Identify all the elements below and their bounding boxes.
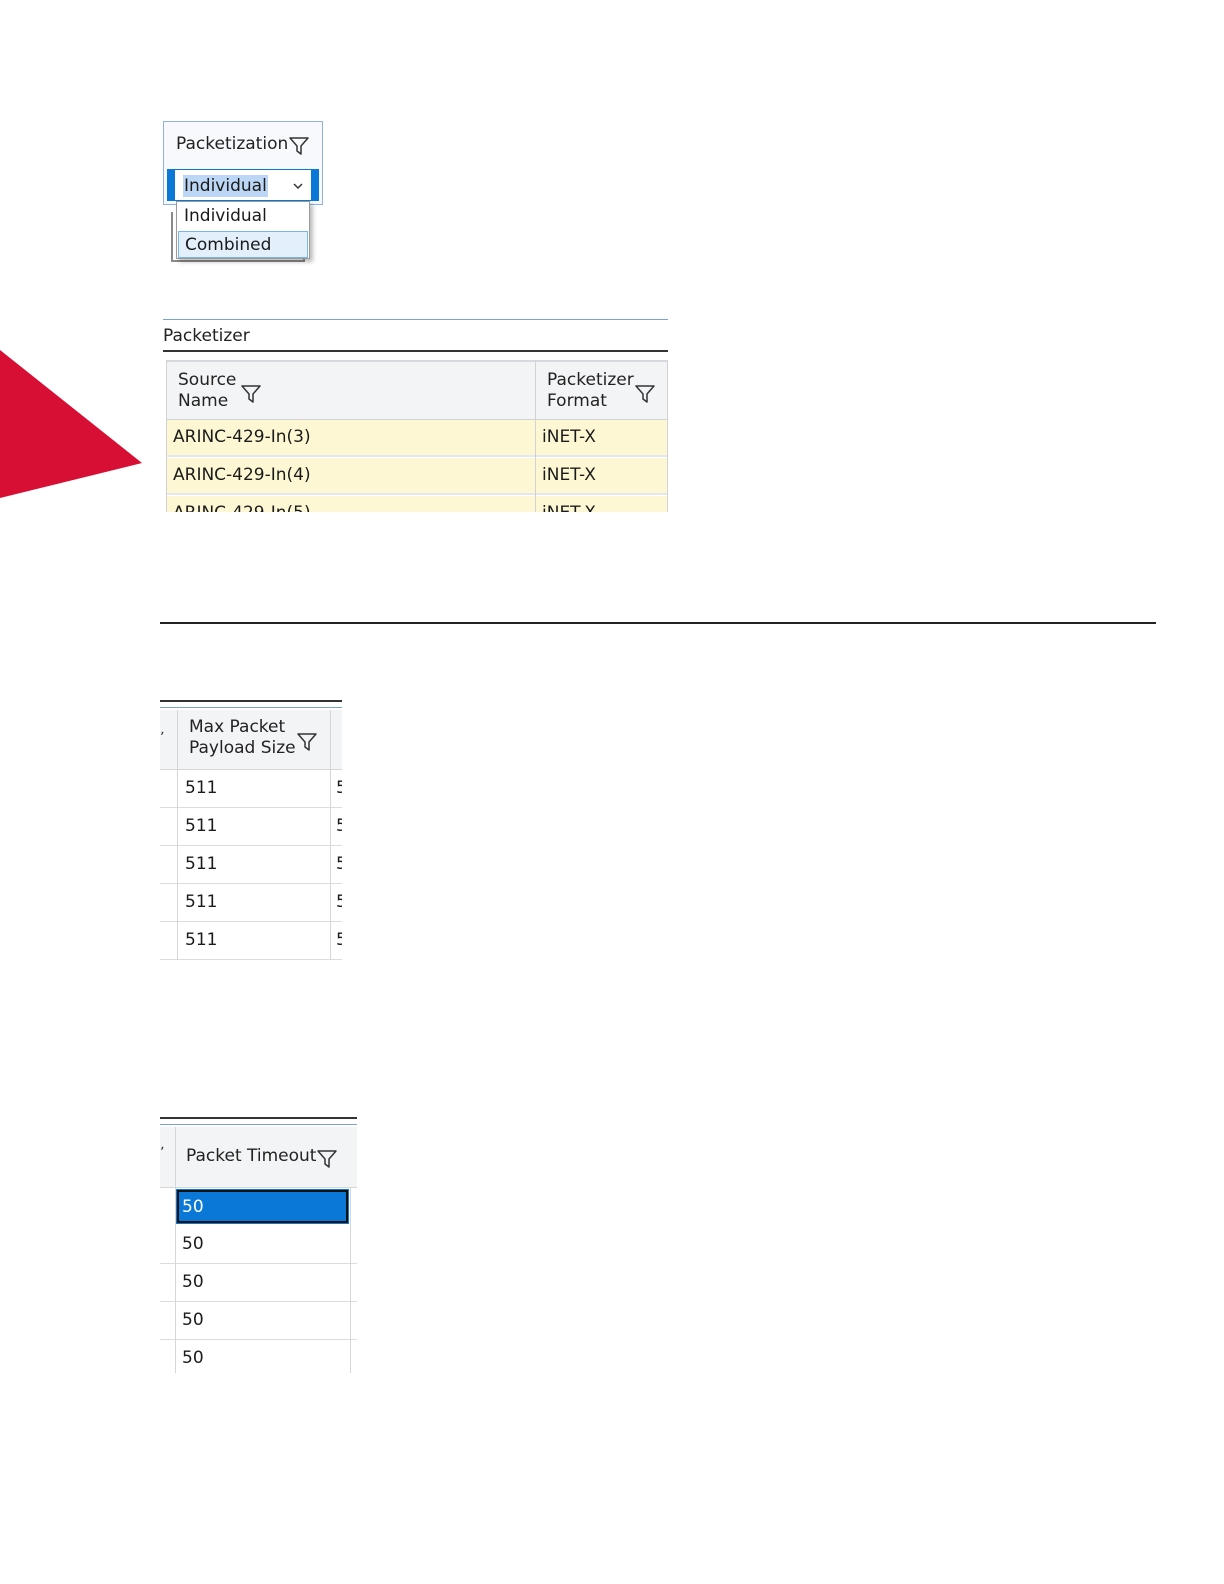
table-row[interactable]: 511 5 [160,770,342,808]
cell-truncated: 5 [336,930,342,950]
divider [160,1124,357,1125]
filter-icon[interactable] [296,732,318,752]
cell-max-packet: 511 [185,778,218,798]
packetization-dropdown-menu: Individual Combined [176,201,310,259]
red-arrow-graphic [0,350,142,498]
divider [163,350,668,352]
cell-truncated: 5 [336,892,342,912]
select-value: Individual [183,175,268,197]
packetization-header: Packetization [176,134,289,154]
packet-timeout-table: ʼ Packet Timeout 50 50 50 50 50 [160,1127,357,1373]
divider [160,700,342,702]
table-header: ʼ Packet Timeout [160,1127,357,1188]
table-row[interactable]: 511 5 [160,922,342,960]
table-row[interactable]: 50 [160,1264,357,1302]
cell-max-packet: 511 [185,816,218,836]
column-divider[interactable] [535,360,536,512]
table-row[interactable]: 50 [160,1226,357,1264]
cell-source-name: ARINC-429-In(5) [173,503,311,512]
cell-max-packet: 511 [185,892,218,912]
cell-packet-timeout-selected: 50 [182,1197,204,1217]
cell-source-name: ARINC-429-In(3) [173,427,311,447]
column-header-packetizer-format[interactable]: Packetizer Format [547,370,634,412]
selected-cell-editor[interactable]: 50 [176,1189,349,1224]
cell-truncated: 5 [336,778,342,798]
table-row[interactable]: 511 5 [160,846,342,884]
cell-packetizer-format: iNET-X [542,465,596,485]
table-row[interactable]: 511 5 [160,808,342,846]
filter-icon[interactable] [316,1149,338,1169]
table-header: ʼ Max Packet Payload Size [160,710,342,770]
cell-max-packet: 511 [185,930,218,950]
column-header-packet-timeout[interactable]: Packet Timeout [186,1146,316,1167]
packetizer-table: Source Name Packetizer Format ARINC-429-… [166,360,668,512]
filter-icon[interactable] [288,136,310,156]
section-separator [160,622,1156,624]
divider [160,1117,357,1119]
column-header-source-name[interactable]: Source Name [178,370,236,412]
filter-icon[interactable] [634,384,656,404]
truncated-filter-icon: ʼ [160,730,165,746]
cell-max-packet: 511 [185,854,218,874]
divider [160,707,342,708]
chevron-down-icon[interactable] [292,177,304,196]
cell-packet-timeout: 50 [182,1272,204,1292]
packetization-select[interactable]: Individual [167,169,319,201]
divider [163,319,668,320]
menu-item-combined[interactable]: Combined [178,231,308,258]
column-header-max-packet-payload-size[interactable]: Max Packet Payload Size [189,717,296,759]
column-divider[interactable] [330,710,331,960]
table-row[interactable]: ARINC-429-In(4) iNET-X [167,458,667,495]
table-row[interactable]: 50 [160,1302,357,1340]
cell-packetizer-format: iNET-X [542,503,596,512]
packetization-column: Packetization Individual [163,121,323,205]
column-divider[interactable] [177,710,178,960]
max-packet-table: ʼ Max Packet Payload Size 511 5 511 5 51… [160,710,342,960]
table-row[interactable]: 511 5 [160,884,342,922]
cell-source-name: ARINC-429-In(4) [173,465,311,485]
cell-packet-timeout: 50 [182,1310,204,1330]
cell-packet-timeout: 50 [182,1348,204,1368]
table-header: Source Name Packetizer Format [167,360,667,420]
packetizer-title: Packetizer [163,326,250,346]
cell-packet-timeout: 50 [182,1234,204,1254]
cell-truncated: 5 [336,854,342,874]
menu-item-individual[interactable]: Individual [178,203,308,230]
column-divider[interactable] [175,1127,176,1373]
cell-packetizer-format: iNET-X [542,427,596,447]
table-row[interactable]: ARINC-429-In(5) iNET-X [167,496,667,512]
cell-truncated: 5 [336,816,342,836]
truncated-filter-icon: ʼ [160,1145,165,1161]
filter-icon[interactable] [240,384,262,404]
table-row[interactable]: 50 [160,1340,357,1373]
column-divider[interactable] [350,1188,351,1373]
table-row[interactable]: ARINC-429-In(3) iNET-X [167,420,667,457]
